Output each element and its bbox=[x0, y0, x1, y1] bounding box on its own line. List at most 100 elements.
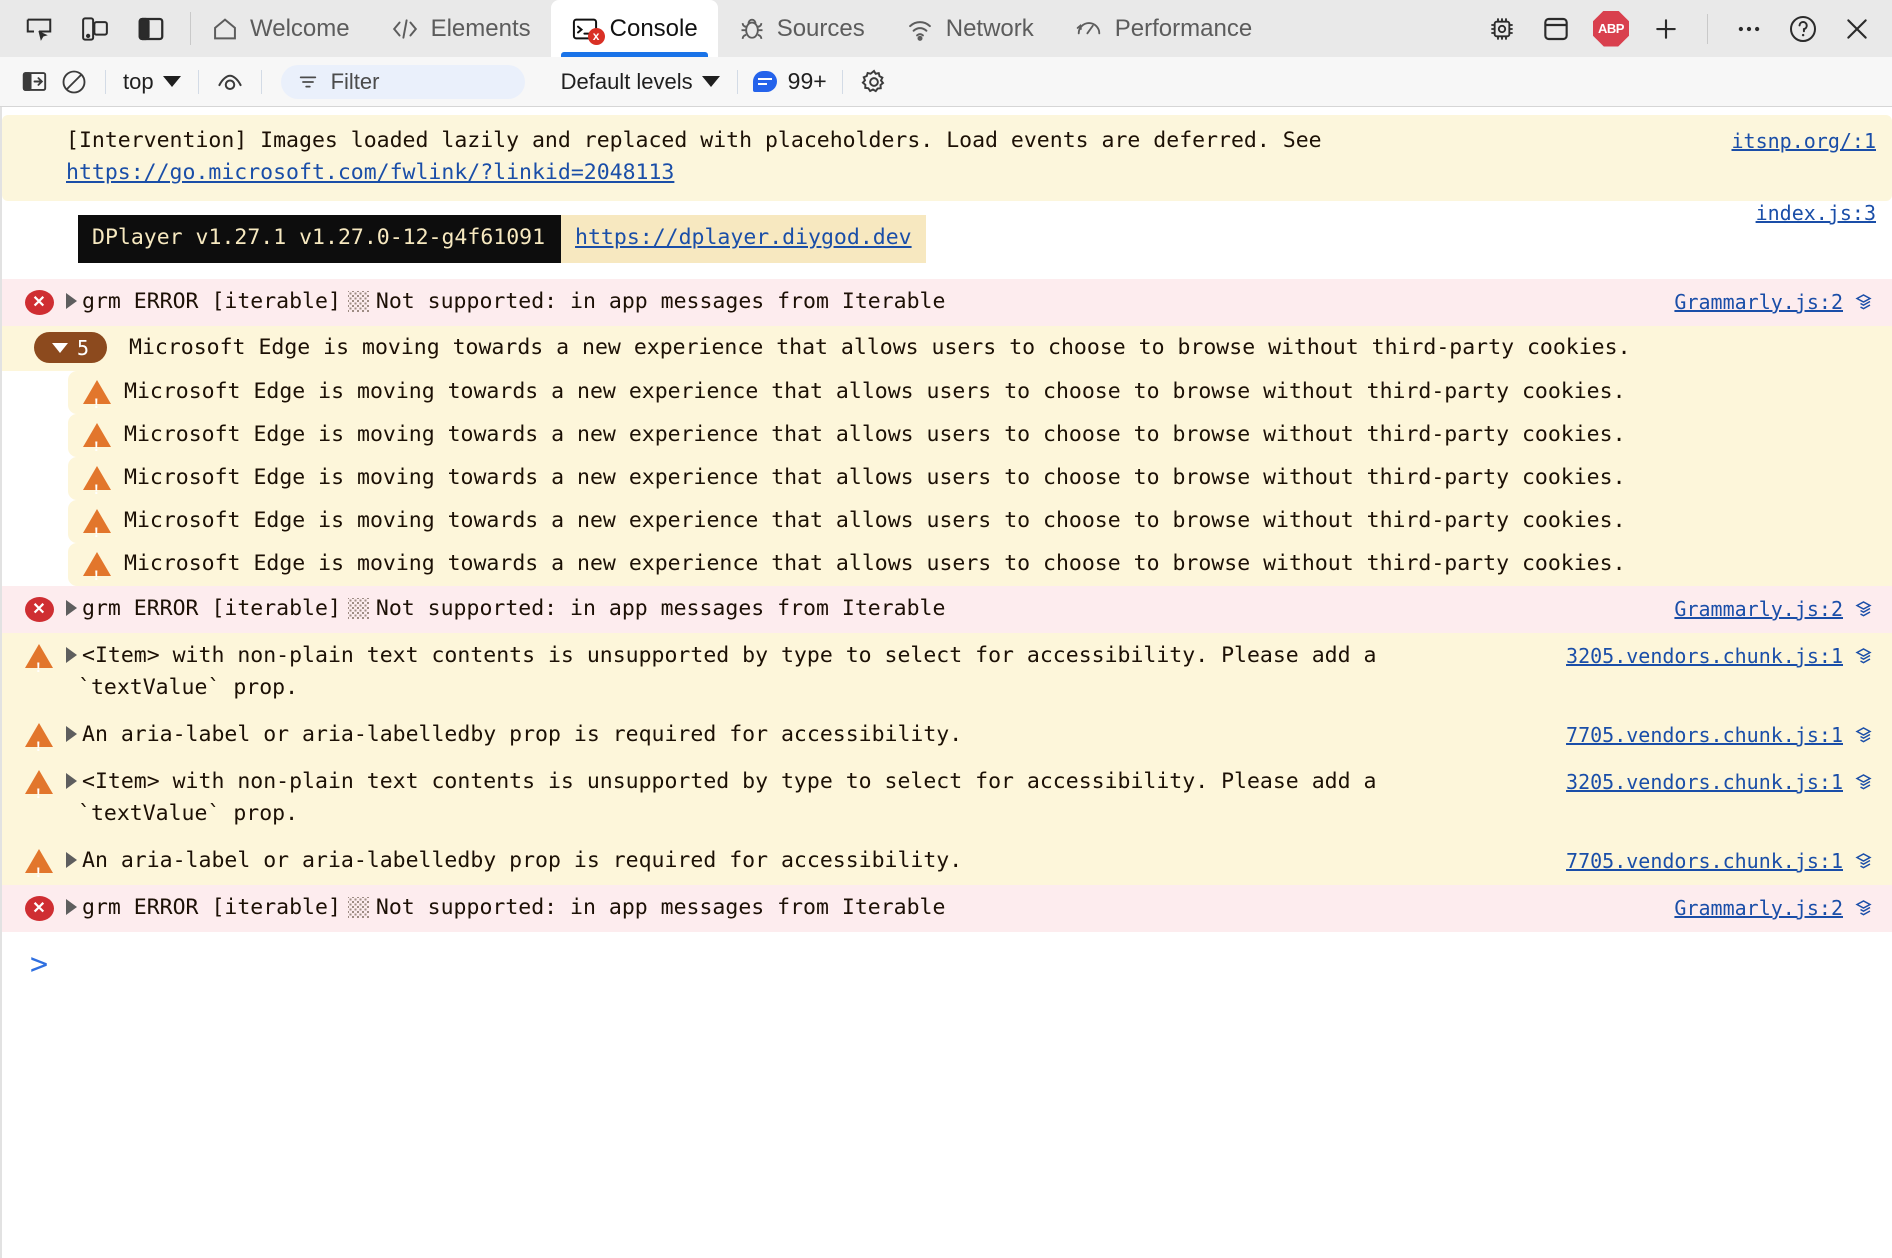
help-icon[interactable] bbox=[1786, 12, 1820, 46]
warning-line1: <Item> with non-plain text contents is u… bbox=[82, 643, 1377, 668]
more-options-icon[interactable] bbox=[1732, 12, 1766, 46]
expand-arrow-icon[interactable] bbox=[66, 851, 77, 868]
console-message-warning[interactable]: Microsoft Edge is moving towards a new e… bbox=[68, 414, 1892, 462]
source-link[interactable]: 7705.vendors.chunk.js:1 bbox=[1566, 845, 1843, 877]
error-text: grm ERROR [iterable] Not supported: in ap… bbox=[66, 286, 1674, 318]
stack-frames-icon[interactable] bbox=[1852, 896, 1876, 920]
stack-frames-icon[interactable] bbox=[1852, 597, 1876, 621]
source-link[interactable]: Grammarly.js:2 bbox=[1674, 286, 1843, 318]
error-prefix: grm ERROR [iterable] bbox=[82, 895, 341, 920]
console-message-group-header[interactable]: 5 Microsoft Edge is moving towards a new… bbox=[2, 326, 1892, 371]
tab-sources[interactable]: Sources bbox=[718, 0, 885, 57]
issues-counter[interactable]: 99+ bbox=[749, 68, 831, 95]
search-input[interactable]: Filter bbox=[280, 64, 525, 99]
warning-text: <Item> with non-plain text contents is u… bbox=[66, 640, 1566, 704]
tab-elements[interactable]: Elements bbox=[370, 0, 551, 57]
warning-text: Microsoft Edge is moving towards a new e… bbox=[124, 379, 1626, 404]
console-message-error[interactable]: ✕ grm ERROR [iterable] Not supported: in … bbox=[2, 885, 1892, 932]
console-message-error[interactable]: ✕ grm ERROR [iterable] Not supported: in … bbox=[2, 279, 1892, 326]
warning-icon bbox=[80, 548, 114, 591]
issues-bubble-icon bbox=[752, 71, 777, 92]
warning-text: Microsoft Edge is moving towards a new e… bbox=[124, 508, 1626, 533]
expand-arrow-icon[interactable] bbox=[66, 725, 77, 742]
console-message-warning[interactable]: An aria-label or aria-labelledby prop is… bbox=[2, 712, 1892, 762]
dock-side-icon[interactable] bbox=[134, 12, 168, 46]
console-message-warning[interactable]: An aria-label or aria-labelledby prop is… bbox=[2, 838, 1892, 888]
console-output[interactable]: [Intervention] Images loaded lazily and … bbox=[0, 107, 1892, 1258]
expand-arrow-icon[interactable] bbox=[66, 599, 77, 616]
chip-icon[interactable] bbox=[1485, 12, 1519, 46]
wifi-icon bbox=[905, 15, 935, 43]
warning-icon bbox=[22, 845, 56, 888]
source-link[interactable]: index.js:3 bbox=[1756, 197, 1876, 229]
error-icon: ✕ bbox=[22, 593, 56, 622]
source-link-wrap: 7705.vendors.chunk.js:1 bbox=[1566, 845, 1892, 877]
stack-frames-icon[interactable] bbox=[1852, 290, 1876, 314]
inspect-element-icon[interactable] bbox=[22, 12, 56, 46]
chevron-down-icon bbox=[701, 76, 720, 87]
devtools-tab-bar: Welcome Elements x Console Sources Netwo… bbox=[0, 0, 1892, 57]
clear-console-icon[interactable] bbox=[54, 64, 94, 100]
eye-icon[interactable] bbox=[210, 64, 250, 100]
tab-welcome[interactable]: Welcome bbox=[191, 0, 370, 57]
stack-frames-icon[interactable] bbox=[1852, 723, 1876, 747]
expand-arrow-icon[interactable] bbox=[66, 646, 77, 663]
console-prompt[interactable]: > bbox=[2, 932, 1892, 986]
warning-icon bbox=[80, 505, 114, 548]
console-message-warning[interactable]: <Item> with non-plain text contents is u… bbox=[2, 759, 1892, 838]
warning-icon bbox=[80, 419, 114, 462]
group-collapse-badge[interactable]: 5 bbox=[34, 332, 107, 363]
filterbar-divider-3 bbox=[260, 69, 262, 94]
console-message-error[interactable]: ✕ grm ERROR [iterable] Not supported: in … bbox=[2, 586, 1892, 633]
stack-frames-icon[interactable] bbox=[1852, 849, 1876, 873]
error-text: grm ERROR [iterable] Not supported: in ap… bbox=[66, 593, 1674, 625]
source-link[interactable]: 3205.vendors.chunk.js:1 bbox=[1566, 766, 1843, 798]
stack-frames-icon[interactable] bbox=[1852, 770, 1876, 794]
show-console-sidebar-icon[interactable] bbox=[14, 64, 54, 100]
expand-arrow-icon[interactable] bbox=[66, 898, 77, 915]
source-link[interactable]: 3205.vendors.chunk.js:1 bbox=[1566, 640, 1843, 672]
console-message-warning[interactable]: Microsoft Edge is moving towards a new e… bbox=[68, 371, 1892, 419]
warning-icon bbox=[22, 766, 56, 809]
console-message-warning[interactable]: <Item> with non-plain text contents is u… bbox=[2, 633, 1892, 712]
halftone-block-icon bbox=[347, 897, 369, 918]
device-toolbar-icon[interactable] bbox=[78, 12, 112, 46]
source-link[interactable]: itsnp.org/:1 bbox=[1732, 125, 1877, 157]
error-prefix: grm ERROR [iterable] bbox=[82, 596, 341, 621]
filterbar-divider-5 bbox=[841, 69, 843, 94]
execution-context-selector[interactable]: top bbox=[117, 69, 187, 95]
gauge-icon bbox=[1074, 16, 1104, 42]
console-prompt-icon: x bbox=[571, 15, 605, 45]
console-message-warning[interactable]: Microsoft Edge is moving towards a new e… bbox=[68, 500, 1892, 548]
console-message-intervention[interactable]: [Intervention] Images loaded lazily and … bbox=[2, 115, 1892, 201]
close-icon[interactable] bbox=[1840, 12, 1874, 46]
expand-arrow-icon[interactable] bbox=[66, 772, 77, 789]
tab-network[interactable]: Network bbox=[885, 0, 1054, 57]
source-link[interactable]: Grammarly.js:2 bbox=[1674, 892, 1843, 924]
console-message-warning[interactable]: Microsoft Edge is moving towards a new e… bbox=[68, 543, 1892, 591]
tab-performance[interactable]: Performance bbox=[1054, 0, 1272, 57]
adblock-plus-icon[interactable]: ABP bbox=[1593, 10, 1629, 47]
console-filter-bar: top Filter Default levels 99+ bbox=[0, 57, 1892, 107]
source-link[interactable]: 7705.vendors.chunk.js:1 bbox=[1566, 719, 1843, 751]
console-message-dplayer[interactable]: DPlayer v1.27.1 v1.27.0-12-g4f61091 http… bbox=[2, 201, 1892, 279]
expand-arrow-icon[interactable] bbox=[66, 292, 77, 309]
add-tab-button[interactable] bbox=[1649, 12, 1683, 46]
log-levels-selector[interactable]: Default levels bbox=[555, 69, 726, 95]
gear-icon[interactable] bbox=[854, 64, 894, 100]
tab-performance-label: Performance bbox=[1114, 14, 1253, 42]
warning-icon bbox=[80, 462, 114, 505]
tab-console-label: Console bbox=[609, 14, 698, 42]
error-body: Not supported: in app messages from Iter… bbox=[375, 596, 946, 621]
app-panel-icon[interactable] bbox=[1539, 12, 1573, 46]
source-link-wrap: index.js:3 bbox=[1756, 197, 1892, 229]
intervention-link[interactable]: https://go.microsoft.com/fwlink/?linkid=… bbox=[66, 160, 674, 185]
dplayer-link-badge[interactable]: https://dplayer.diygod.dev bbox=[561, 215, 926, 263]
warning-line1: <Item> with non-plain text contents is u… bbox=[82, 769, 1377, 794]
panel-tabs: Welcome Elements x Console Sources Netwo… bbox=[191, 0, 1272, 57]
source-link[interactable]: Grammarly.js:2 bbox=[1674, 593, 1843, 625]
console-message-warning[interactable]: Microsoft Edge is moving towards a new e… bbox=[68, 457, 1892, 505]
halftone-block-icon bbox=[347, 598, 369, 619]
tab-console[interactable]: x Console bbox=[550, 0, 718, 57]
stack-frames-icon[interactable] bbox=[1852, 644, 1876, 668]
